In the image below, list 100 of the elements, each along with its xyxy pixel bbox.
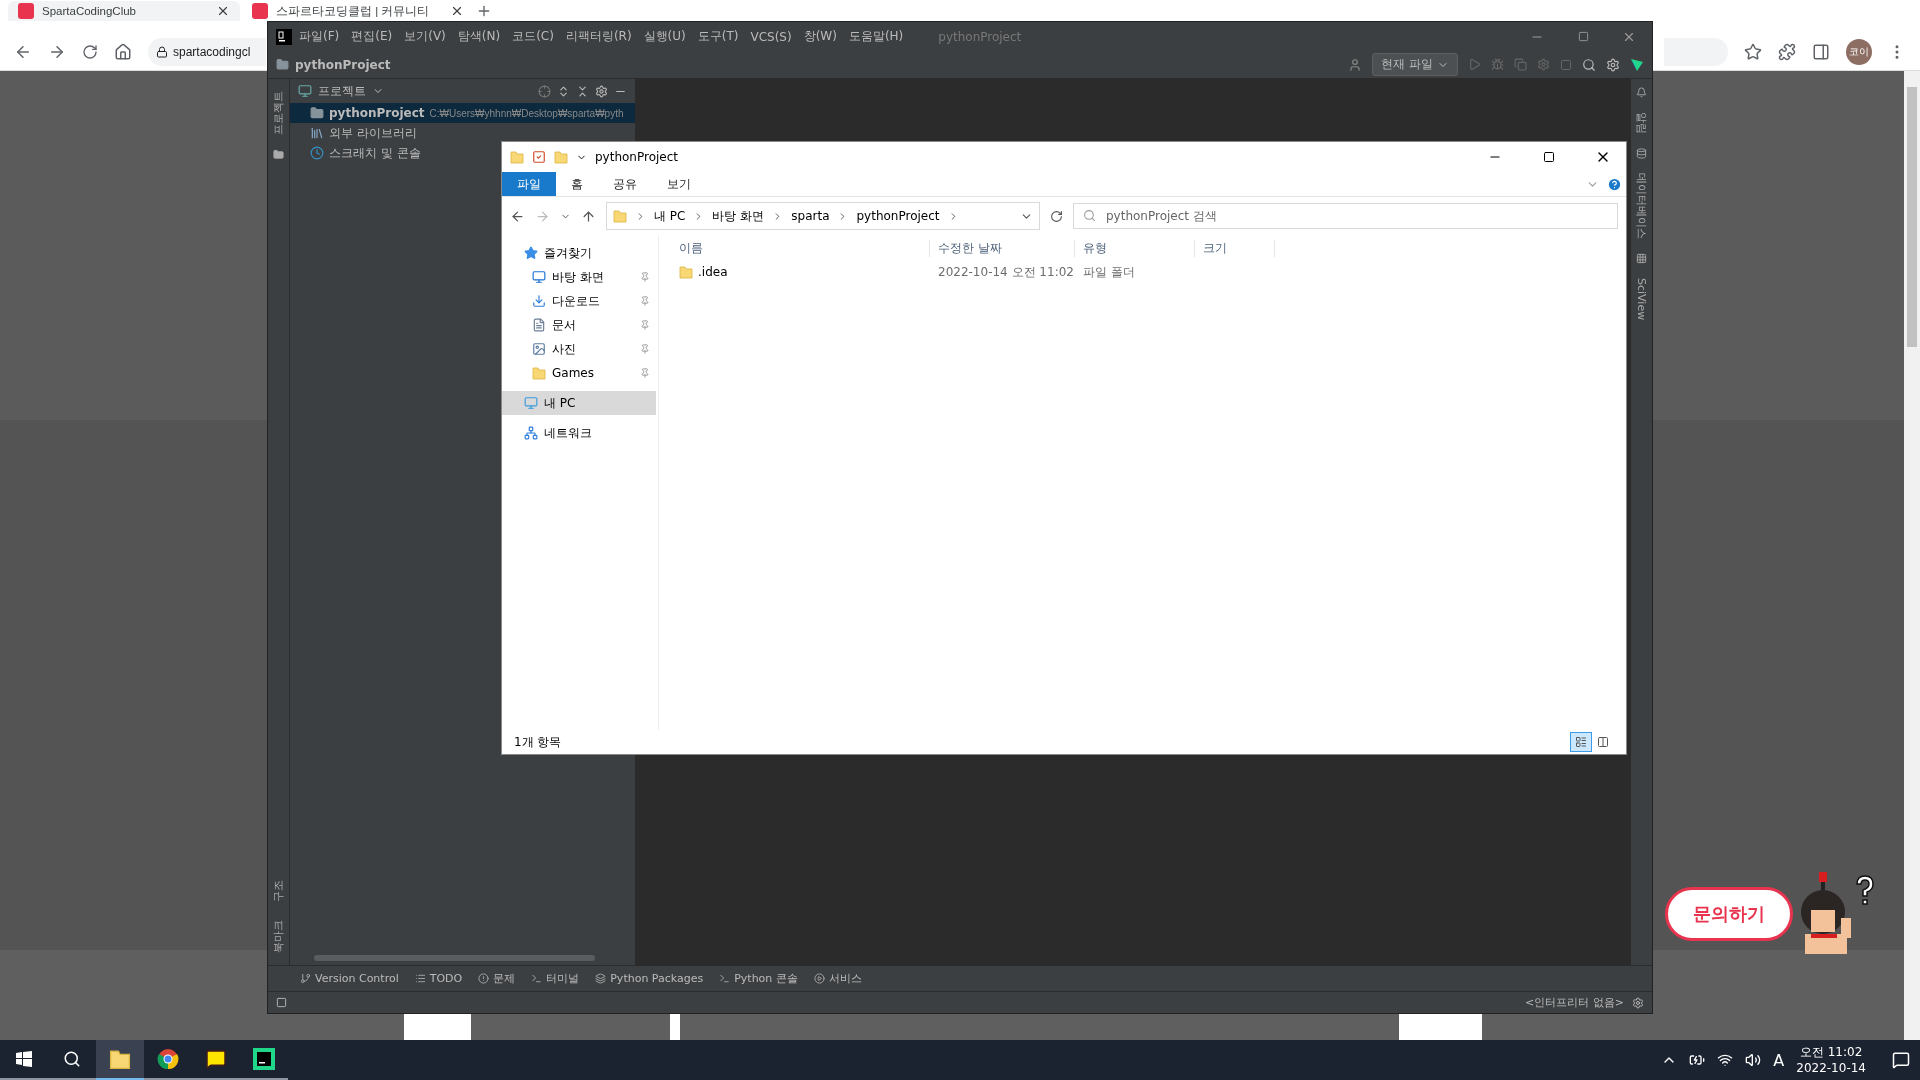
window-title: pythonProject [595, 150, 679, 164]
file-explorer-icon [109, 1048, 131, 1070]
battery-icon[interactable] [1689, 1052, 1706, 1068]
help-icon[interactable] [1607, 176, 1622, 192]
column-header[interactable]: 크기 [1195, 239, 1275, 257]
column-header[interactable]: 유형 [1075, 239, 1195, 257]
tool-tab[interactable]: 서비스 [813, 971, 862, 986]
menu-item[interactable]: 실행(U) [638, 28, 691, 45]
menu-item[interactable]: 편집(E) [346, 28, 398, 45]
volume-icon[interactable] [1745, 1052, 1762, 1068]
tool-window-tab[interactable]: 알림 [1632, 108, 1651, 138]
user-icon[interactable] [1348, 57, 1363, 72]
menu-item[interactable]: 파일(F) [294, 28, 345, 45]
collapse-all-icon[interactable] [576, 84, 589, 98]
tool-window-tab[interactable]: 구조 [269, 876, 288, 906]
tool-tab[interactable]: Python Packages [595, 972, 704, 985]
file-row[interactable]: .idea 2022-10-14 오전 11:02 파일 폴더 [659, 261, 1626, 283]
tool-window-tab[interactable]: 북마크 [269, 916, 288, 957]
input-method[interactable]: A [1773, 1050, 1785, 1070]
home-icon[interactable] [114, 42, 132, 61]
tool-tab[interactable]: 문제 [478, 971, 516, 986]
desktop-icon [532, 270, 546, 284]
tool-tab[interactable]: Version Control [300, 972, 399, 985]
taskbar-app[interactable] [96, 1040, 144, 1080]
tool-tab[interactable]: TODO [414, 972, 463, 985]
wifi-icon[interactable] [1717, 1052, 1734, 1068]
tool-tab[interactable]: 터미널 [531, 971, 580, 986]
tree-item[interactable]: 외부 라이브러리 [290, 123, 635, 143]
column-header[interactable]: 이름 [671, 239, 930, 257]
folder-icon [310, 106, 324, 120]
search-field[interactable]: pythonProject 검색 [1073, 203, 1618, 229]
menu-item[interactable]: 창(W) [798, 28, 842, 45]
maximize-icon[interactable] [1543, 151, 1555, 163]
clock[interactable]: 오전 11:02 2022-10-14 [1796, 1044, 1866, 1076]
ribbon-tab[interactable]: 파일 [502, 172, 556, 196]
refresh-icon[interactable] [1050, 209, 1063, 223]
plugin-logo-icon[interactable] [1630, 57, 1644, 72]
properties-icon[interactable] [532, 150, 546, 164]
tool-tab[interactable]: Python 콘솔 [719, 971, 798, 986]
tool-window-tab[interactable]: SciView [1632, 274, 1651, 325]
tree-item[interactable]: pythonProject C:₩Users₩yhhnn₩Desktop₩sparta₩pyth [290, 103, 635, 123]
scratch-icon [310, 146, 324, 160]
interpreter-icon[interactable] [1632, 996, 1644, 1009]
menu-item[interactable]: 탐색(N) [452, 28, 506, 45]
scrollbar[interactable] [1904, 71, 1920, 1040]
bell-icon [1636, 87, 1647, 98]
address-bar[interactable]: spartacodingcl [148, 37, 266, 66]
menu-item[interactable]: 도구(T) [692, 28, 744, 45]
windows-icon [16, 1051, 32, 1067]
up-icon[interactable] [581, 208, 596, 224]
nav-item[interactable]: 내 PC [502, 391, 656, 415]
address-bar[interactable]: 내 PC 바탕 화면 sparta pythonProject [606, 202, 1040, 230]
reload-icon[interactable] [82, 43, 98, 60]
nav-item[interactable]: 네트워크 [502, 421, 656, 445]
settings-icon[interactable] [1606, 57, 1620, 72]
menu-item[interactable]: 리팩터링(R) [560, 28, 637, 45]
ribbon-tab[interactable]: 공유 [598, 172, 652, 196]
interpreter-status[interactable]: <인터프리터 없음> [1525, 995, 1624, 1010]
nav-item[interactable]: 즐겨찾기 [502, 241, 656, 265]
inquiry-button[interactable]: 문의하기 [1665, 887, 1793, 941]
menu-item[interactable]: VCS(S) [745, 29, 797, 44]
menu-item[interactable]: 도움말(H) [843, 28, 909, 45]
nav-item[interactable]: 사진 [502, 337, 656, 361]
back-icon[interactable] [510, 208, 525, 224]
ide-icon [253, 1048, 275, 1070]
picture-icon [532, 342, 546, 356]
menu-item[interactable]: 코드(C) [507, 28, 559, 45]
settings-icon[interactable] [595, 84, 608, 98]
new-tab-icon[interactable] [476, 3, 492, 19]
close-icon[interactable] [216, 4, 230, 18]
play-icon [813, 973, 825, 984]
nav-item[interactable]: 다운로드 [502, 289, 656, 313]
ribbon-tab[interactable]: 보기 [652, 172, 706, 196]
profile-avatar[interactable]: 코이 [1846, 38, 1872, 65]
layout-icon[interactable] [276, 997, 287, 1008]
side-panel-icon[interactable] [1812, 42, 1830, 61]
database-icon [1636, 148, 1647, 159]
run-config-dropdown[interactable]: 현재 파일 [1372, 53, 1458, 76]
pin-icon [640, 296, 650, 306]
extensions-icon[interactable] [1778, 42, 1796, 61]
nav-item[interactable]: Games [502, 361, 656, 385]
breadcrumb[interactable]: pythonProject [295, 57, 391, 72]
ribbon-tab[interactable]: 홈 [556, 172, 598, 196]
close-icon[interactable] [450, 4, 464, 18]
expand-all-icon[interactable] [557, 84, 570, 98]
panel-title[interactable]: 프로젝트 [318, 82, 366, 100]
nav-item[interactable]: 바탕 화면 [502, 265, 656, 289]
app-logo-icon [276, 28, 292, 45]
scrollbar[interactable] [314, 955, 595, 961]
tool-window-tab[interactable]: 프로젝트 [269, 87, 288, 139]
tool-window-tab[interactable]: 데이터베이스 [1632, 169, 1651, 243]
column-header[interactable]: 수정한 날짜 [930, 239, 1075, 257]
search-icon[interactable] [1582, 57, 1596, 72]
notification-icon[interactable] [1892, 1051, 1910, 1069]
details-view-button[interactable] [1570, 732, 1592, 752]
browser-tab[interactable]: SpartaCodingClub [8, 1, 240, 21]
layers-icon [595, 973, 607, 984]
menu-item[interactable]: 보기(V) [399, 28, 451, 45]
bookmark-icon[interactable] [1744, 42, 1762, 61]
nav-item[interactable]: 문서 [502, 313, 656, 337]
